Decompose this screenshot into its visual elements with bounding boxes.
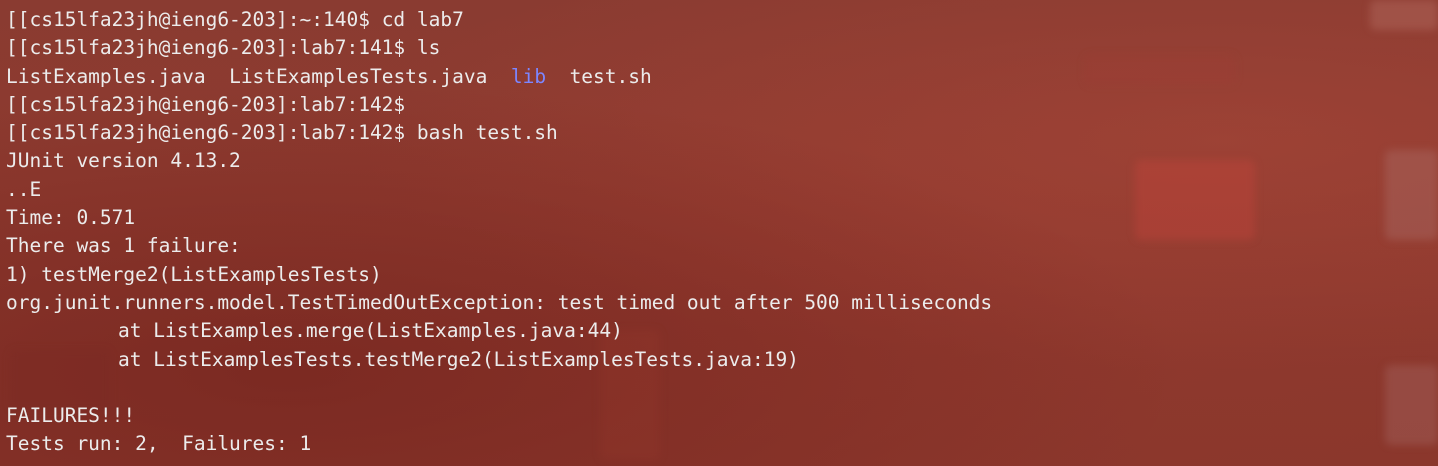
shell-command: ls: [416, 36, 441, 60]
terminal-line-output: FAILURES!!!: [6, 404, 136, 428]
terminal-line-output: ..E: [6, 177, 42, 201]
terminal-line-stacktrace: at ListExamples.merge(ListExamples.java:…: [6, 317, 1438, 345]
terminal-line-output: JUnit version 4.13.2: [6, 149, 241, 173]
terminal-window[interactable]: [[cs15lfa23jh@ieng6-203]:~:140$ cd lab7 …: [0, 0, 1438, 466]
shell-command: bash test.sh: [416, 121, 558, 145]
file-entry: ListExamplesTests.java: [229, 64, 488, 88]
terminal-line-prompt: [[cs15lfa23jh@ieng6-203]:lab7:142$ bash …: [6, 119, 1438, 147]
file-entry: test.sh: [569, 64, 652, 88]
terminal-line-stacktrace: at ListExamplesTests.testMerge2(ListExam…: [6, 346, 1438, 374]
terminal-line-output: org.junit.runners.model.TestTimedOutExce…: [6, 290, 993, 314]
terminal-line-prompt: [[cs15lfa23jh@ieng6-203]:lab7:141$ ls: [6, 34, 1438, 62]
terminal-line-ls-output: ListExamples.java ListExamplesTests.java…: [6, 63, 1438, 91]
terminal-line-output: There was 1 failure:: [6, 234, 241, 258]
stacktrace-frame: at ListExamples.merge(ListExamples.java:…: [118, 319, 623, 343]
terminal-output[interactable]: [[cs15lfa23jh@ieng6-203]:~:140$ cd lab7 …: [6, 6, 1438, 459]
shell-command: cd lab7: [381, 8, 464, 31]
shell-prompt: [[cs15lfa23jh@ieng6-203]:lab7:142$: [6, 121, 417, 145]
stacktrace-frame: at ListExamplesTests.testMerge2(ListExam…: [118, 347, 799, 371]
file-entry: ListExamples.java: [6, 64, 206, 88]
shell-prompt: [[cs15lfa23jh@ieng6-203]:lab7:142$: [6, 92, 406, 116]
terminal-line-prompt: [[cs15lfa23jh@ieng6-203]:~:140$ cd lab7: [6, 6, 1438, 34]
terminal-line-output: Tests run: 2, Failures: 1: [6, 432, 312, 456]
terminal-line-output: 1) testMerge2(ListExamplesTests): [6, 262, 382, 286]
terminal-line-prompt: [[cs15lfa23jh@ieng6-203]:lab7:142$: [6, 91, 1438, 119]
terminal-line-output: Time: 0.571: [6, 206, 136, 230]
shell-prompt: [[cs15lfa23jh@ieng6-203]:lab7:141$: [6, 36, 417, 60]
directory-entry: lib: [510, 64, 547, 88]
shell-prompt: [[cs15lfa23jh@ieng6-203]:~:140$: [6, 8, 382, 31]
